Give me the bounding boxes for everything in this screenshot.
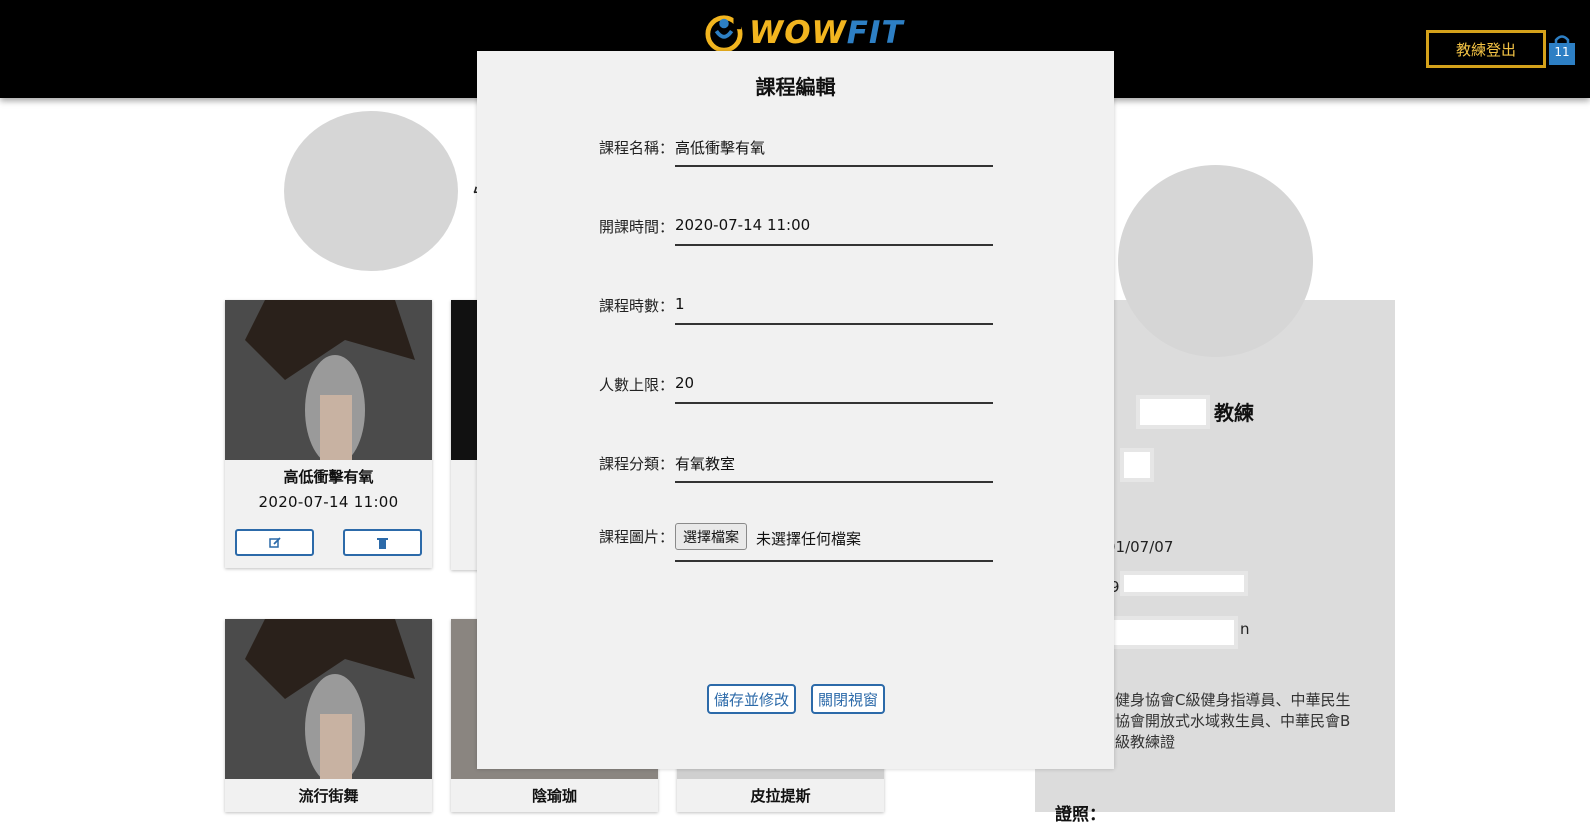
file-status-text: 未選擇任何檔案: [756, 530, 862, 548]
course-title: 流行街舞: [298, 787, 359, 805]
course-hours-input[interactable]: 1: [675, 295, 685, 313]
edit-course-button[interactable]: [235, 529, 314, 556]
input-underline: [675, 165, 993, 167]
course-actions: [225, 529, 432, 568]
edit-icon: [268, 536, 281, 548]
cart-button[interactable]: 11: [1548, 34, 1576, 66]
course-edit-modal: 課程編輯 課程名稱： 高低衝擊有氧 開課時間： 2020-07-14 11:00…: [477, 51, 1114, 769]
category-input[interactable]: 有氧教室: [675, 453, 735, 474]
profile-small-field: [1120, 448, 1154, 482]
coach-title: 教練: [1214, 401, 1254, 425]
course-name-label: 課程名稱：: [599, 139, 675, 157]
page-avatar: [284, 111, 458, 271]
start-time-input[interactable]: 2020-07-14 11:00: [675, 216, 810, 234]
capacity-label: 人數上限：: [599, 376, 675, 394]
coach-logout-button[interactable]: 教練登出: [1426, 30, 1546, 68]
wowfit-logo[interactable]: WOWFIT: [705, 12, 904, 54]
start-time-label: 開課時間：: [599, 218, 675, 236]
input-underline: [675, 560, 993, 562]
course-image: [225, 300, 432, 460]
input-underline: [675, 481, 993, 483]
course-card: 高低衝擊有氧 2020-07-14 11:00: [225, 300, 432, 568]
profile-text-fragment: n: [1240, 620, 1250, 638]
course-image: [225, 619, 432, 779]
coach-name-field: [1136, 395, 1210, 429]
logo-fit-text: FIT: [846, 15, 904, 51]
profile-field: [1120, 571, 1248, 596]
course-title: 陰瑜珈: [531, 787, 577, 805]
input-underline: [675, 244, 993, 246]
delete-course-button[interactable]: [343, 529, 422, 556]
profile-field: [1110, 616, 1238, 649]
capacity-input[interactable]: 20: [675, 374, 694, 392]
logo-mark-icon: [705, 15, 743, 52]
course-date: 2020-07-14 11:00: [258, 493, 399, 511]
close-window-button[interactable]: 關閉視窗: [811, 684, 886, 714]
category-label: 課程分類：: [599, 455, 675, 473]
cart-count-badge: 11: [1554, 45, 1570, 59]
logo-wow-text: WOW: [749, 15, 847, 51]
certificates-label: 證照：: [1055, 805, 1106, 825]
course-name-input[interactable]: 高低衝擊有氧: [675, 137, 765, 158]
birthday-text: 91/07/07: [1106, 538, 1174, 556]
course-title: 高低衝擊有氧: [283, 468, 374, 486]
course-image-label: 課程圖片：: [599, 528, 675, 546]
save-changes-button[interactable]: 儲存並修改: [707, 684, 797, 714]
certificates-text: 健身協會C級健身指導員、中華民生協會開放式水域救生員、中華民會B級教練證: [1115, 691, 1351, 751]
logo-text: WOWFIT: [749, 15, 904, 51]
trash-icon: [377, 537, 388, 549]
course-title: 皮拉提斯: [750, 787, 811, 805]
course-hours-label: 課程時數：: [599, 297, 675, 315]
choose-file-button[interactable]: 選擇檔案: [675, 523, 747, 550]
modal-title: 課程編輯: [755, 75, 836, 99]
course-card: 流行街舞: [225, 619, 432, 812]
input-underline: [675, 323, 993, 325]
coach-avatar: [1118, 165, 1313, 357]
input-underline: [675, 402, 993, 404]
